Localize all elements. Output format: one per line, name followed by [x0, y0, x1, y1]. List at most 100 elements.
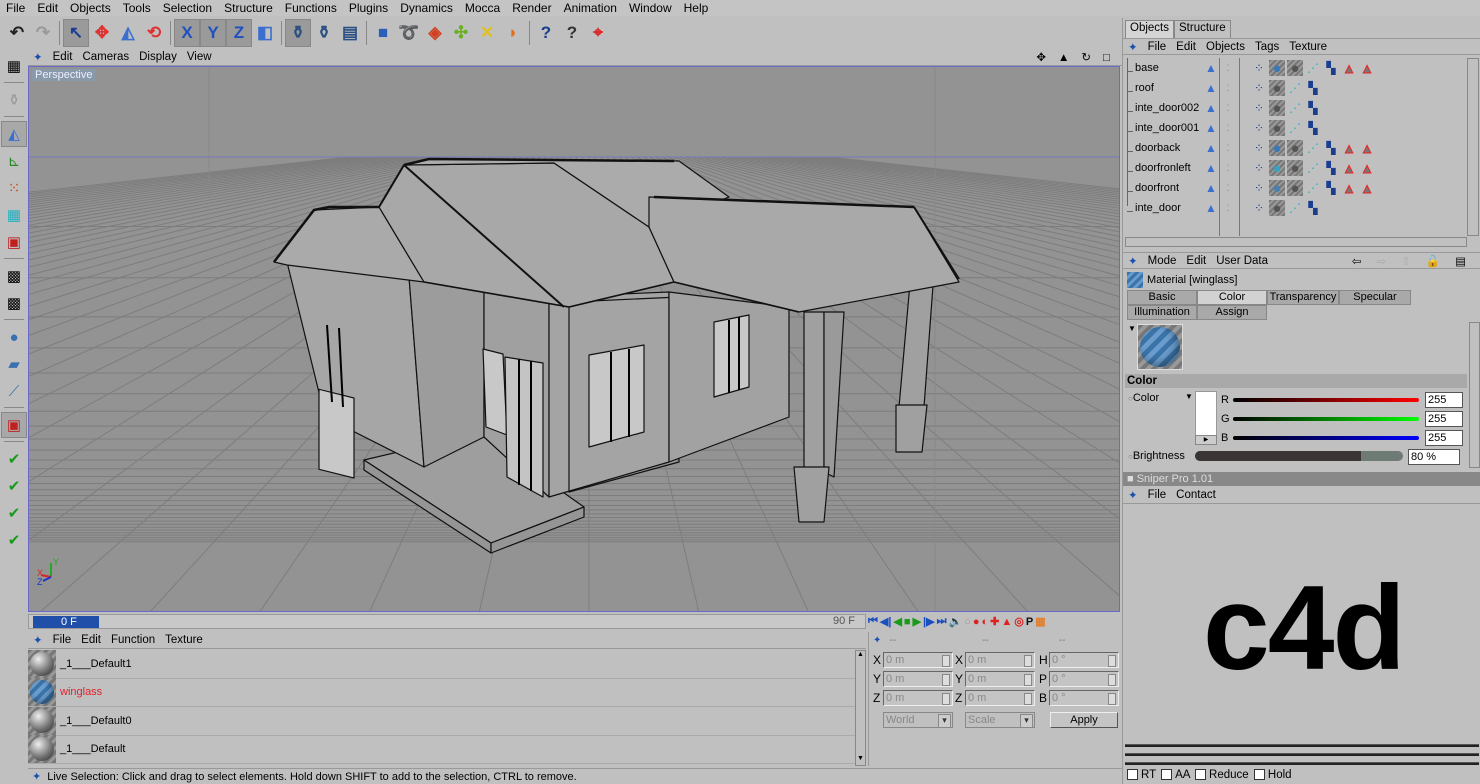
visibility-dots-icon[interactable]: ⁚: [1223, 60, 1233, 76]
uvw-tag-icon[interactable]: ⋰: [1305, 140, 1321, 156]
object-name[interactable]: inte_door002: [1127, 102, 1203, 114]
mat-menu-function[interactable]: Function: [106, 634, 160, 646]
obj-menu-texture[interactable]: Texture: [1284, 41, 1332, 53]
phong-tag-icon[interactable]: ⁘: [1251, 80, 1267, 96]
pos-y-field[interactable]: 0 m: [883, 670, 953, 687]
key-position-icon[interactable]: ✚: [990, 615, 999, 628]
object-name[interactable]: roof: [1127, 82, 1203, 94]
z-axis-button[interactable]: Z: [226, 19, 252, 47]
sniper-slider-1[interactable]: [1125, 744, 1479, 747]
perspective-viewport[interactable]: Y X Z Perspective: [28, 66, 1120, 612]
add-primitive-button[interactable]: ■: [370, 19, 396, 47]
r-slider[interactable]: [1233, 398, 1419, 402]
coordinate-mode-select[interactable]: World: [883, 711, 953, 728]
warning-tag-icon[interactable]: ▲: [1359, 180, 1375, 196]
tab-structure[interactable]: Structure: [1174, 20, 1231, 38]
edges-mode-button[interactable]: ▦: [1, 202, 27, 228]
ik-tool-button[interactable]: ⟋: [1, 378, 27, 404]
phong-tag-icon[interactable]: ⁘: [1251, 200, 1267, 216]
go-to-start-icon[interactable]: ⏮: [868, 615, 878, 628]
x-axis-button[interactable]: X: [174, 19, 200, 47]
material-tag-icon[interactable]: ●: [1269, 140, 1285, 157]
key-pla-icon[interactable]: ▦: [1035, 615, 1045, 628]
material-tag-icon[interactable]: ●: [1269, 200, 1285, 217]
lock-icon[interactable]: 🔓: [1421, 256, 1450, 268]
points-mode-button[interactable]: ⁙: [1, 175, 27, 201]
viewport-menu-cameras[interactable]: Cameras: [77, 51, 134, 63]
material-preview[interactable]: [1137, 324, 1183, 370]
attr-menu-mode[interactable]: Mode: [1143, 255, 1182, 267]
viewport-camera-label[interactable]: Perspective: [32, 69, 96, 81]
render-picture-viewer-button[interactable]: ⚱: [311, 19, 337, 47]
object-row[interactable]: inte_door002 ▲ ⁚ ⁘ ● ⋰ ▚: [1127, 98, 1467, 118]
material-tag-icon[interactable]: ●: [1269, 180, 1285, 197]
viewport-menu-edit[interactable]: Edit: [48, 51, 78, 63]
redo-button[interactable]: ↷: [30, 19, 56, 47]
material-tag-icon[interactable]: ●: [1287, 180, 1303, 197]
uvw-tag-icon[interactable]: ⋰: [1305, 160, 1321, 176]
rot-p-field[interactable]: 0 °: [1049, 670, 1119, 687]
object-name[interactable]: inte_door001: [1127, 122, 1203, 134]
warning-tag-icon[interactable]: ▲: [1359, 140, 1375, 156]
animation-mode-button[interactable]: ▣: [1, 412, 27, 438]
sniper-slider-3[interactable]: [1125, 762, 1479, 765]
tab-illumination[interactable]: Illumination: [1127, 305, 1197, 320]
warning-tag-icon[interactable]: ▲: [1341, 180, 1357, 196]
target-button[interactable]: ⌖: [585, 19, 611, 47]
rotate-button[interactable]: ⟲: [141, 19, 167, 47]
uvw-tag-icon[interactable]: ⋰: [1287, 100, 1303, 116]
phong-tag-icon[interactable]: ⁘: [1251, 180, 1267, 196]
tab-color[interactable]: Color: [1197, 290, 1267, 305]
viewport-layout-button[interactable]: ▦: [1, 53, 27, 79]
object-name[interactable]: base: [1127, 62, 1203, 74]
texture-mode-button[interactable]: ▩: [1, 263, 27, 289]
aa-checkbox[interactable]: [1161, 769, 1173, 781]
uvw-tag-icon[interactable]: ⋰: [1287, 120, 1303, 136]
obj-menu-file[interactable]: File: [1143, 41, 1172, 53]
texture-tag-icon[interactable]: ▚: [1305, 200, 1321, 216]
brightness-value-field[interactable]: 80 %: [1408, 449, 1460, 465]
attribute-scrollbar[interactable]: [1469, 322, 1480, 468]
up-arrow-icon[interactable]: ⇧: [1396, 256, 1421, 268]
pan-view-icon[interactable]: ✥: [1031, 52, 1053, 64]
polygons-mode-button[interactable]: ▣: [1, 229, 27, 255]
visibility-dots-icon[interactable]: ⁚: [1223, 160, 1233, 176]
uvw-tag-icon[interactable]: ⋰: [1305, 60, 1321, 76]
autokey-icon[interactable]: ◐: [982, 616, 989, 628]
uvw-tag-icon[interactable]: ⋰: [1305, 180, 1321, 196]
b-value-field[interactable]: 255: [1425, 430, 1463, 446]
menu-mocca[interactable]: Mocca: [459, 1, 506, 15]
warning-tag-icon[interactable]: ▲: [1341, 160, 1357, 176]
material-tag-icon[interactable]: ●: [1287, 160, 1303, 177]
object-tool-button[interactable]: ●: [1, 324, 27, 350]
material-item[interactable]: winglass: [28, 678, 856, 707]
menu-plugins[interactable]: Plugins: [343, 1, 394, 15]
play-forward-icon[interactable]: ▶: [913, 615, 921, 628]
texture-axis-button[interactable]: ▩: [1, 290, 27, 316]
object-name[interactable]: doorfront: [1127, 182, 1203, 194]
visibility-dots-icon[interactable]: ⁚: [1223, 140, 1233, 156]
phong-tag-icon[interactable]: ⁘: [1251, 160, 1267, 176]
add-deformer-button[interactable]: ✕: [474, 19, 500, 47]
material-tag-icon[interactable]: ●: [1287, 140, 1303, 157]
record-disabled-icon[interactable]: ○: [964, 616, 971, 628]
menu-help[interactable]: Help: [678, 1, 715, 15]
model-mode-button[interactable]: ◭: [1, 121, 27, 147]
obj-menu-objects[interactable]: Objects: [1201, 41, 1250, 53]
menu-animation[interactable]: Animation: [558, 1, 623, 15]
visibility-dots-icon[interactable]: ⁚: [1223, 200, 1233, 216]
object-list-vscrollbar[interactable]: [1467, 58, 1479, 236]
reduce-checkbox[interactable]: [1195, 769, 1207, 781]
particles-ok-button[interactable]: ✔: [1, 527, 27, 553]
object-row[interactable]: roof ▲ ⁚ ⁘ ● ⋰ ▚: [1127, 78, 1467, 98]
g-slider[interactable]: [1233, 417, 1419, 421]
viewport-menu-view[interactable]: View: [182, 51, 217, 63]
sniper-slider-2[interactable]: [1125, 753, 1479, 756]
render-view-button[interactable]: ⚱: [285, 19, 311, 47]
texture-tag-icon[interactable]: ▚: [1305, 120, 1321, 136]
go-to-end-icon[interactable]: ⏭: [937, 615, 947, 628]
object-name[interactable]: doorback: [1127, 142, 1203, 154]
b-slider[interactable]: [1233, 436, 1419, 440]
size-x-field[interactable]: 0 m: [965, 651, 1035, 668]
texture-tag-icon[interactable]: ▚: [1305, 80, 1321, 96]
